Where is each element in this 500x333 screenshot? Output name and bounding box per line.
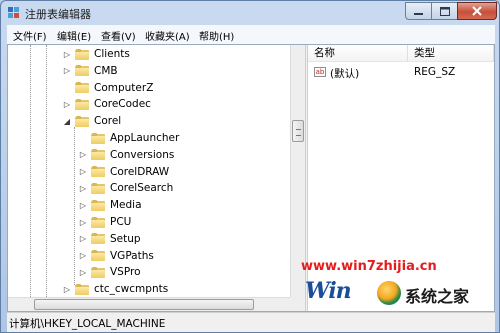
windows-logo-mark: Win <box>305 278 352 304</box>
status-bar: 计算机\HKEY_LOCAL_MACHINE <box>7 312 495 332</box>
folder-icon <box>75 48 89 60</box>
tree-node[interactable]: ComputerZ <box>62 80 153 96</box>
value-name[interactable]: (默认) <box>330 66 359 81</box>
tree-node[interactable]: ▷ VSPro <box>78 264 141 280</box>
menu-view[interactable]: 查看(V) <box>101 28 136 43</box>
tree-node[interactable]: ▷ Setup <box>78 231 141 247</box>
tree-node-label: Setup <box>110 232 141 245</box>
folder-icon <box>91 266 105 278</box>
tree-node-label: AppLauncher <box>110 132 180 144</box>
value-type[interactable]: REG_SZ <box>414 66 455 78</box>
expand-arrow-icon[interactable]: ▷ <box>78 251 88 260</box>
site-logo-text: 系统之家 <box>405 287 470 306</box>
expand-arrow-icon[interactable]: ▷ <box>78 268 88 277</box>
scrollbar-thumb[interactable] <box>292 120 304 142</box>
tree-node-label: VSPro <box>110 266 141 279</box>
expand-arrow-icon[interactable]: ▷ <box>78 234 88 243</box>
menu-help[interactable]: 帮助(H) <box>199 28 234 43</box>
folder-icon <box>91 250 105 262</box>
tree-node-label: CorelSearch <box>110 182 174 195</box>
folder-icon <box>75 65 89 77</box>
tree-node-label: Conversions <box>110 148 175 161</box>
tree-node[interactable]: ▷ PCU <box>78 214 131 230</box>
menu-edit[interactable]: 编辑(E) <box>57 28 91 43</box>
expand-arrow-icon[interactable]: ▷ <box>62 66 72 75</box>
minimize-button[interactable] <box>405 2 432 20</box>
tree-node-label: ComputerZ <box>94 81 154 94</box>
column-header-name[interactable]: 名称 <box>308 45 408 62</box>
window-title: 注册表编辑器 <box>25 8 91 21</box>
collapse-arrow-icon[interactable]: ◢ <box>62 117 72 126</box>
registry-editor-icon <box>8 7 19 18</box>
tree-node[interactable]: AppLauncher <box>78 130 179 146</box>
expand-arrow-icon[interactable]: ▷ <box>78 218 88 227</box>
tree-guide-line <box>74 127 75 285</box>
expand-arrow-icon[interactable]: ▷ <box>78 167 88 176</box>
maximize-button[interactable] <box>431 2 458 20</box>
maximize-icon <box>439 6 450 16</box>
scrollbar-corner <box>290 297 305 311</box>
tree-node[interactable]: ▷ ctc_cwcmpnts <box>62 281 168 297</box>
tree-node[interactable]: ▷ Clients <box>62 46 130 62</box>
expand-arrow-icon[interactable]: ▷ <box>78 201 88 210</box>
menu-file[interactable]: 文件(F) <box>13 28 47 43</box>
tree-node-label: CMB <box>94 64 118 77</box>
tree-node-label: ctc_cwcmpnts <box>94 283 169 296</box>
tree-node[interactable]: ▷ CorelDRAW <box>78 164 169 180</box>
tree-node-label: PCU <box>110 216 132 228</box>
folder-icon <box>91 216 105 228</box>
tree-node[interactable]: ▷ Conversions <box>78 147 174 163</box>
expand-arrow-icon[interactable]: ▷ <box>62 285 72 294</box>
tree-node-label: CoreCodec <box>94 98 151 111</box>
close-button[interactable] <box>457 2 497 20</box>
tree-node-label: Clients <box>94 48 130 60</box>
tree-node[interactable]: ▷ VGPaths <box>78 248 154 264</box>
title-bar[interactable]: 注册表编辑器 <box>1 1 499 25</box>
tree-node[interactable]: ▷ CorelSearch <box>78 180 173 196</box>
folder-icon <box>91 166 105 178</box>
folder-icon <box>75 115 89 127</box>
folder-icon <box>91 233 105 245</box>
string-value-icon: ab <box>314 67 326 77</box>
site-logo-icon <box>377 281 401 305</box>
folder-icon <box>75 283 89 295</box>
close-icon <box>472 6 482 16</box>
expand-arrow-icon[interactable]: ▷ <box>78 150 88 159</box>
scrollbar-thumb[interactable] <box>34 299 254 310</box>
registry-tree-pane[interactable]: ▷ Clients ▷ CMB ComputerZ ▷ CoreCodec ◢ Corel App… <box>8 45 305 311</box>
tree-guide-line <box>30 45 31 297</box>
column-header-type[interactable]: 类型 <box>408 45 494 62</box>
registry-editor-window: 注册表编辑器 文件(F) 编辑(E) 查看(V) 收藏夹(A) 帮助(H) ▷ C… <box>0 0 500 333</box>
folder-icon <box>75 98 89 110</box>
tree-node-label: Media <box>110 199 142 212</box>
tree-node-label: VGPaths <box>110 249 154 262</box>
tree-node[interactable]: ▷ Media <box>78 197 142 213</box>
menu-bar: 文件(F) 编辑(E) 查看(V) 收藏夹(A) 帮助(H) <box>7 25 495 44</box>
tree-node-label: CorelDRAW <box>110 165 170 178</box>
status-path: 计算机\HKEY_LOCAL_MACHINE <box>9 318 166 330</box>
tree-horizontal-scrollbar[interactable] <box>8 297 290 311</box>
folder-icon <box>91 199 105 211</box>
minimize-icon <box>414 12 423 15</box>
tree-node[interactable]: ◢ Corel <box>62 113 121 129</box>
watermark-logo: Win 系统之家 <box>305 277 487 311</box>
folder-icon <box>91 132 105 144</box>
folder-icon <box>75 82 89 94</box>
tree-node-label: Corel <box>94 115 122 128</box>
folder-icon <box>91 182 105 194</box>
tree-node[interactable]: ▷ CMB <box>62 63 118 79</box>
folder-icon <box>91 149 105 161</box>
tree-guide-line <box>46 45 47 297</box>
tree-node[interactable]: ▷ CoreCodec <box>62 96 151 112</box>
watermark-url: www.win7zhijia.cn <box>301 259 437 274</box>
expand-arrow-icon[interactable]: ▷ <box>78 184 88 193</box>
expand-arrow-icon[interactable]: ▷ <box>62 50 72 59</box>
expand-arrow-icon[interactable]: ▷ <box>62 100 72 109</box>
menu-favorites[interactable]: 收藏夹(A) <box>145 28 190 43</box>
